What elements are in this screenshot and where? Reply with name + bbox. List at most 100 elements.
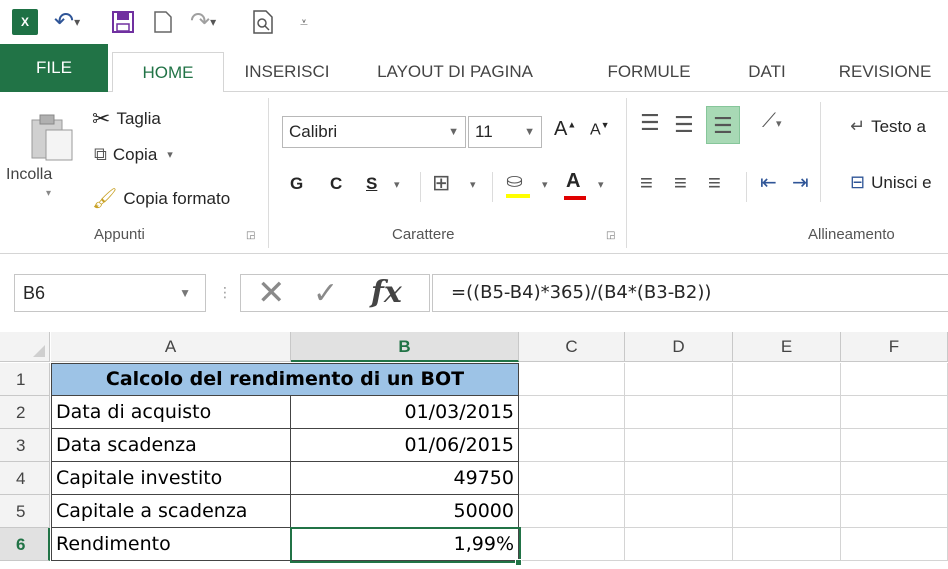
formula-bar-resize-handle[interactable]: ⋮ [218,284,232,301]
fill-color-button[interactable]: ⛀ [506,168,530,198]
cell-b5[interactable]: 50000 [291,495,519,528]
column-header-c[interactable]: C [519,332,625,362]
cancel-icon[interactable]: ✕ [257,275,286,311]
fill-handle[interactable] [515,559,522,566]
redo-dropdown-icon[interactable]: ▾ [210,15,216,29]
font-color-dropdown-icon[interactable]: ▾ [598,178,604,191]
tab-file[interactable]: FILE [0,44,108,92]
new-document-button[interactable] [150,9,176,35]
cell-d4[interactable] [625,462,733,495]
name-box[interactable]: B6 ▼ [14,274,206,312]
cell-d3[interactable] [625,429,733,462]
cell-c1[interactable] [519,363,625,396]
column-header-b[interactable]: B [291,332,519,362]
cell-e2[interactable] [733,396,841,429]
undo-dropdown-icon[interactable]: ▾ [74,15,80,29]
cell-e6[interactable] [733,528,841,561]
cell-e4[interactable] [733,462,841,495]
align-bottom-button[interactable]: ☰ [706,106,740,144]
increase-indent-button[interactable]: ⇥ [792,170,809,195]
cell-b4[interactable]: 49750 [291,462,519,495]
cell-d1[interactable] [625,363,733,396]
column-header-f[interactable]: F [841,332,948,362]
row-header-5[interactable]: 5 [0,495,50,528]
font-color-button[interactable]: A [564,170,586,200]
cell-f4[interactable] [841,462,948,495]
decrease-indent-button[interactable]: ⇤ [760,170,777,195]
save-button[interactable] [110,9,136,35]
font-size-select[interactable]: 11 ▼ [468,116,542,148]
align-middle-button[interactable]: ☰ [674,112,694,138]
shrink-font-button[interactable]: A▼ [590,120,610,139]
enter-icon[interactable]: ✓ [313,275,338,313]
align-left-button[interactable]: ≡ [640,170,653,196]
tab-formule[interactable]: FORMULE [590,52,708,92]
fill-color-dropdown-icon[interactable]: ▾ [542,178,548,191]
row-header-3[interactable]: 3 [0,429,50,462]
cell-e1[interactable] [733,363,841,396]
font-dialog-launcher-icon[interactable]: ◲ [606,230,615,241]
borders-dropdown-icon[interactable]: ▾ [470,178,476,191]
align-right-button[interactable]: ≡ [708,170,721,196]
row-header-1[interactable]: 1 [0,363,50,396]
cell-c6[interactable] [519,528,625,561]
cell-d6[interactable] [625,528,733,561]
cell-b2[interactable]: 01/03/2015 [291,396,519,429]
cell-f1[interactable] [841,363,948,396]
row-header-4[interactable]: 4 [0,462,50,495]
cell-e3[interactable] [733,429,841,462]
tab-layout-di-pagina[interactable]: LAYOUT DI PAGINA [352,52,558,92]
cell-d2[interactable] [625,396,733,429]
redo-button[interactable]: ↷ ▾ [190,9,216,35]
cell-f3[interactable] [841,429,948,462]
tab-inserisci[interactable]: INSERISCI [236,52,338,92]
row-header-6[interactable]: 6 [0,528,50,561]
cell-a6[interactable]: Rendimento [51,528,291,561]
grow-font-button[interactable]: A▲ [554,118,576,141]
underline-dropdown-icon[interactable]: ▾ [394,178,400,191]
cell-a4[interactable]: Capitale investito [51,462,291,495]
wrap-text-button[interactable]: ↵ Testo a [850,116,926,137]
cell-f6[interactable] [841,528,948,561]
font-name-select[interactable]: Calibri ▼ [282,116,466,148]
cell-a5[interactable]: Capitale a scadenza [51,495,291,528]
orientation-button[interactable]: ⟋▾ [762,110,782,133]
tab-revisione[interactable]: REVISIONE [826,52,944,92]
tab-dati[interactable]: DATI [732,52,802,92]
cell-b3[interactable]: 01/06/2015 [291,429,519,462]
insert-function-button[interactable]: fx [371,275,402,311]
cell-e5[interactable] [733,495,841,528]
copy-dropdown-icon[interactable]: ▾ [167,148,173,161]
format-painter-button[interactable]: 🖌 Copia formato [92,186,230,211]
formula-input[interactable]: =((B5-B4)*365)/(B4*(B3-B2)) [432,274,948,312]
bold-button[interactable]: G [290,174,303,194]
borders-button[interactable]: ⊞ [432,170,450,196]
column-header-d[interactable]: D [625,332,733,362]
cell-a3[interactable]: Data scadenza [51,429,291,462]
cell-a1-merged-title[interactable]: Calcolo del rendimento di un BOT [51,363,519,396]
cell-f2[interactable] [841,396,948,429]
cell-c3[interactable] [519,429,625,462]
cell-c2[interactable] [519,396,625,429]
underline-button[interactable]: S [366,174,377,194]
cell-c5[interactable] [519,495,625,528]
cut-button[interactable]: ✂ Taglia [92,106,161,132]
select-all-button[interactable] [0,332,50,362]
cell-c4[interactable] [519,462,625,495]
align-center-button[interactable]: ≡ [674,170,687,196]
italic-button[interactable]: C [330,174,342,194]
copy-button[interactable]: ⧉ Copia ▾ [94,144,173,165]
clipboard-dialog-launcher-icon[interactable]: ◲ [246,230,255,241]
paste-dropdown-icon[interactable]: ▾ [46,188,51,199]
cell-d5[interactable] [625,495,733,528]
merge-center-button[interactable]: ⊟ Unisci e [850,172,932,193]
print-preview-button[interactable] [250,9,276,35]
row-header-2[interactable]: 2 [0,396,50,429]
cell-a2[interactable]: Data di acquisto [51,396,291,429]
column-header-e[interactable]: E [733,332,841,362]
align-top-button[interactable]: ☰ [640,110,660,136]
tab-home[interactable]: HOME [112,52,224,93]
undo-button[interactable]: ↶ ▾ [54,9,80,35]
customize-qat-button[interactable]: ⩡ [296,9,312,35]
column-header-a[interactable]: A [51,332,291,362]
